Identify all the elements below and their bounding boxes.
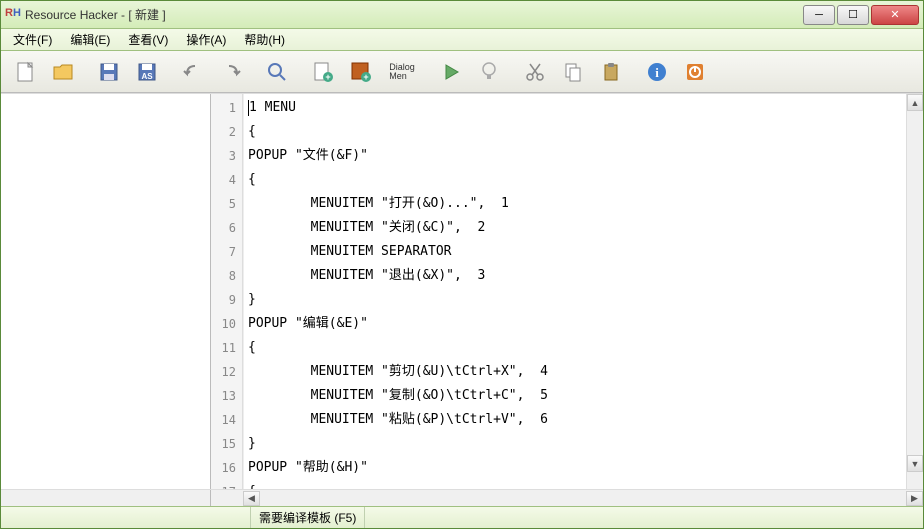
code-line[interactable]: POPUP "编辑(&E)"	[248, 312, 902, 336]
status-text: 需要编译模板 (F5)	[251, 507, 365, 528]
window-controls: ─ ☐ ✕	[803, 5, 919, 25]
code-line[interactable]: MENUITEM "剪切(&U)\tCtrl+X", 4	[248, 360, 902, 384]
line-number: 7	[211, 240, 242, 264]
scroll-down-arrow-icon[interactable]: ▼	[907, 455, 923, 472]
line-number: 5	[211, 192, 242, 216]
open-file-button[interactable]	[45, 54, 81, 90]
maximize-button[interactable]: ☐	[837, 5, 869, 25]
titlebar[interactable]: RH Resource Hacker - [ 新建 ] ─ ☐ ✕	[1, 1, 923, 29]
hint-button[interactable]	[471, 54, 507, 90]
line-number: 16	[211, 456, 242, 480]
app-icon: RH	[5, 7, 21, 23]
horizontal-scrollbar-row: ◀ ▶	[1, 489, 923, 506]
search-button[interactable]	[259, 54, 295, 90]
power-button[interactable]	[677, 54, 713, 90]
paste-button[interactable]	[593, 54, 629, 90]
line-gutter: 1234567891011121314151617	[211, 94, 243, 489]
code-editor[interactable]: 1 MENU{POPUP "文件(&F)"{ MENUITEM "打开(&O).…	[243, 94, 906, 489]
menu-view[interactable]: 查看(V)	[120, 29, 176, 50]
line-number: 3	[211, 144, 242, 168]
svg-text:i: i	[655, 65, 659, 80]
scroll-right-arrow-icon[interactable]: ▶	[906, 491, 923, 506]
status-cell-empty	[1, 507, 251, 528]
add-script-button[interactable]: +	[305, 54, 341, 90]
resize-grip[interactable]	[907, 472, 923, 489]
code-line[interactable]: POPUP "文件(&F)"	[248, 144, 902, 168]
line-number: 9	[211, 288, 242, 312]
new-file-button[interactable]	[7, 54, 43, 90]
line-number: 11	[211, 336, 242, 360]
minimize-button[interactable]: ─	[803, 5, 835, 25]
menu-help[interactable]: 帮助(H)	[236, 29, 293, 50]
window-title: Resource Hacker - [ 新建 ]	[25, 6, 803, 23]
code-line[interactable]: {	[248, 120, 902, 144]
code-line[interactable]: MENUITEM "打开(&O)...", 1	[248, 192, 902, 216]
menu-action[interactable]: 操作(A)	[178, 29, 234, 50]
code-line[interactable]: MENUITEM "复制(&O)\tCtrl+C", 5	[248, 384, 902, 408]
code-line[interactable]: }	[248, 432, 902, 456]
info-button[interactable]: i	[639, 54, 675, 90]
compile-button[interactable]	[433, 54, 469, 90]
line-number: 2	[211, 120, 242, 144]
undo-button[interactable]	[175, 54, 211, 90]
scroll-left-arrow-icon[interactable]: ◀	[243, 491, 260, 506]
client-area: 1234567891011121314151617 1 MENU{POPUP "…	[1, 93, 923, 489]
vertical-scrollbar[interactable]: ▲ ▼	[906, 94, 923, 489]
code-line[interactable]: }	[248, 288, 902, 312]
code-line[interactable]: {	[248, 480, 902, 489]
line-number: 1	[211, 96, 242, 120]
statusbar: 需要编译模板 (F5)	[1, 506, 923, 528]
redo-button[interactable]	[213, 54, 249, 90]
code-line[interactable]: POPUP "帮助(&H)"	[248, 456, 902, 480]
svg-text:AS: AS	[141, 72, 153, 81]
close-button[interactable]: ✕	[871, 5, 919, 25]
code-line[interactable]: MENUITEM "关闭(&C)", 2	[248, 216, 902, 240]
line-number: 6	[211, 216, 242, 240]
dialog-menu-button[interactable]: Dialog Men	[381, 54, 423, 90]
resource-tree-pane[interactable]	[1, 94, 211, 489]
scroll-up-arrow-icon[interactable]: ▲	[907, 94, 923, 111]
line-number: 14	[211, 408, 242, 432]
code-line[interactable]: 1 MENU	[248, 96, 902, 120]
editor-pane: 1234567891011121314151617 1 MENU{POPUP "…	[211, 94, 923, 489]
copy-button[interactable]	[555, 54, 591, 90]
add-binary-button[interactable]: +	[343, 54, 379, 90]
line-number: 8	[211, 264, 242, 288]
line-number: 12	[211, 360, 242, 384]
menu-file[interactable]: 文件(F)	[5, 29, 60, 50]
code-line[interactable]: {	[248, 336, 902, 360]
save-as-button[interactable]: AS	[129, 54, 165, 90]
save-button[interactable]	[91, 54, 127, 90]
menu-edit[interactable]: 编辑(E)	[62, 29, 118, 50]
line-number: 15	[211, 432, 242, 456]
svg-text:+: +	[325, 72, 330, 82]
menubar: 文件(F) 编辑(E) 查看(V) 操作(A) 帮助(H)	[1, 29, 923, 51]
line-number: 13	[211, 384, 242, 408]
code-line[interactable]: MENUITEM "退出(&X)", 3	[248, 264, 902, 288]
code-line[interactable]: MENUITEM SEPARATOR	[248, 240, 902, 264]
code-line[interactable]: {	[248, 168, 902, 192]
line-number: 4	[211, 168, 242, 192]
cut-button[interactable]	[517, 54, 553, 90]
svg-text:+: +	[363, 72, 368, 82]
horizontal-scrollbar[interactable]: ◀ ▶	[243, 490, 923, 506]
code-line[interactable]: MENUITEM "粘贴(&P)\tCtrl+V", 6	[248, 408, 902, 432]
app-window: RH Resource Hacker - [ 新建 ] ─ ☐ ✕ 文件(F) …	[0, 0, 924, 529]
line-number: 10	[211, 312, 242, 336]
toolbar: AS + + Dialog Men i	[1, 51, 923, 93]
